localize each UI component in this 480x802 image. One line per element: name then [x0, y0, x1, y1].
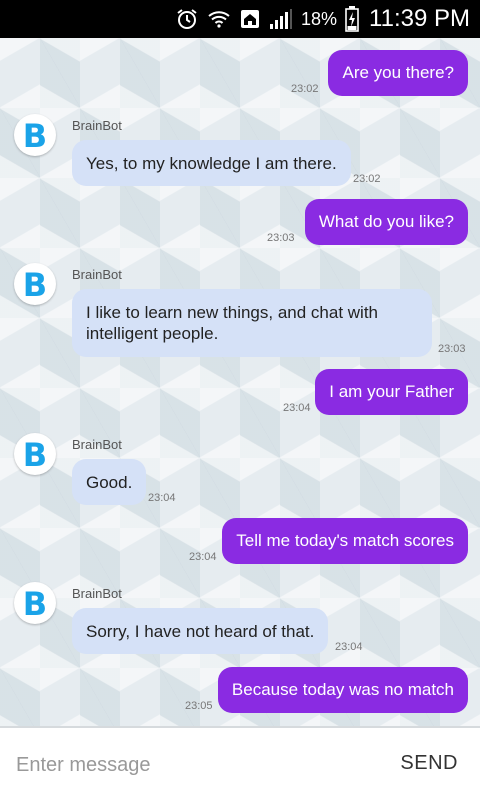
message-time: 23:04 — [283, 402, 311, 414]
message-text: I am your Father — [329, 382, 454, 401]
status-time: 11:39 PM — [369, 5, 470, 32]
bot-name: BrainBot — [72, 118, 122, 133]
user-message-bubble: Tell me today's match scores — [222, 518, 468, 564]
bot-avatar: B — [14, 114, 56, 156]
brainbot-logo-icon: B — [23, 586, 47, 620]
message-time: 23:04 — [148, 492, 176, 504]
send-button[interactable]: SEND — [400, 752, 458, 775]
message-text: Are you there? — [342, 63, 454, 82]
bot-message-bubble: I like to learn new things, and chat wit… — [72, 289, 432, 357]
bot-name: BrainBot — [72, 437, 122, 452]
message-text: Yes, to my knowledge I am there. — [86, 153, 337, 173]
message-time: 23:02 — [291, 83, 319, 95]
message-text: Sorry, I have not heard of that. — [86, 621, 315, 641]
alarm-icon — [175, 7, 199, 31]
message-input[interactable] — [14, 744, 348, 786]
user-message-bubble: Are you there? — [328, 50, 468, 96]
brainbot-logo-icon: B — [23, 118, 47, 152]
chat-area[interactable]: Are you there? 23:02 B BrainBot Yes, to … — [0, 38, 480, 726]
user-message-bubble: Because today was no match — [217, 667, 468, 713]
user-message-bubble: I am your Father — [315, 369, 468, 415]
bot-avatar: B — [14, 433, 56, 475]
svg-text:B: B — [23, 437, 47, 471]
wifi-icon — [207, 7, 231, 31]
battery-percent: 18% — [301, 8, 338, 29]
bot-message-bubble: Sorry, I have not heard of that. — [72, 608, 329, 654]
status-bar: 18% 11:39 PM — [0, 0, 480, 38]
message-text: What do you like? — [318, 212, 454, 231]
bot-name: BrainBot — [72, 267, 122, 282]
home-icon — [239, 8, 261, 30]
brainbot-logo-icon: B — [23, 437, 47, 471]
svg-text:B: B — [23, 118, 47, 152]
bot-avatar: B — [14, 582, 56, 624]
user-message-bubble: What do you like? — [304, 199, 468, 245]
svg-text:B: B — [23, 267, 47, 301]
svg-text:B: B — [23, 586, 47, 620]
message-time: 23:03 — [267, 232, 295, 244]
bot-name: BrainBot — [72, 586, 122, 601]
message-text: I like to learn new things, and chat wit… — [86, 303, 378, 343]
message-time: 23:02 — [353, 173, 381, 185]
bot-message-bubble: Good. — [72, 459, 147, 505]
signal-icon — [269, 8, 293, 30]
message-time: 23:03 — [438, 343, 466, 355]
message-time: 23:04 — [335, 641, 363, 653]
message-text: Because today was no match — [231, 680, 454, 699]
bot-avatar: B — [14, 263, 56, 305]
message-time: 23:05 — [185, 700, 213, 712]
message-text: Tell me today's match scores — [236, 531, 454, 550]
bot-message-bubble: Yes, to my knowledge I am there. — [72, 140, 351, 186]
message-time: 23:04 — [189, 551, 217, 563]
status-icons: 18% 11:39 PM — [175, 0, 470, 38]
brainbot-logo-icon: B — [23, 267, 47, 301]
battery-charging-icon — [345, 6, 359, 32]
message-text: Good. — [86, 472, 133, 492]
message-composer: SEND — [0, 726, 480, 802]
